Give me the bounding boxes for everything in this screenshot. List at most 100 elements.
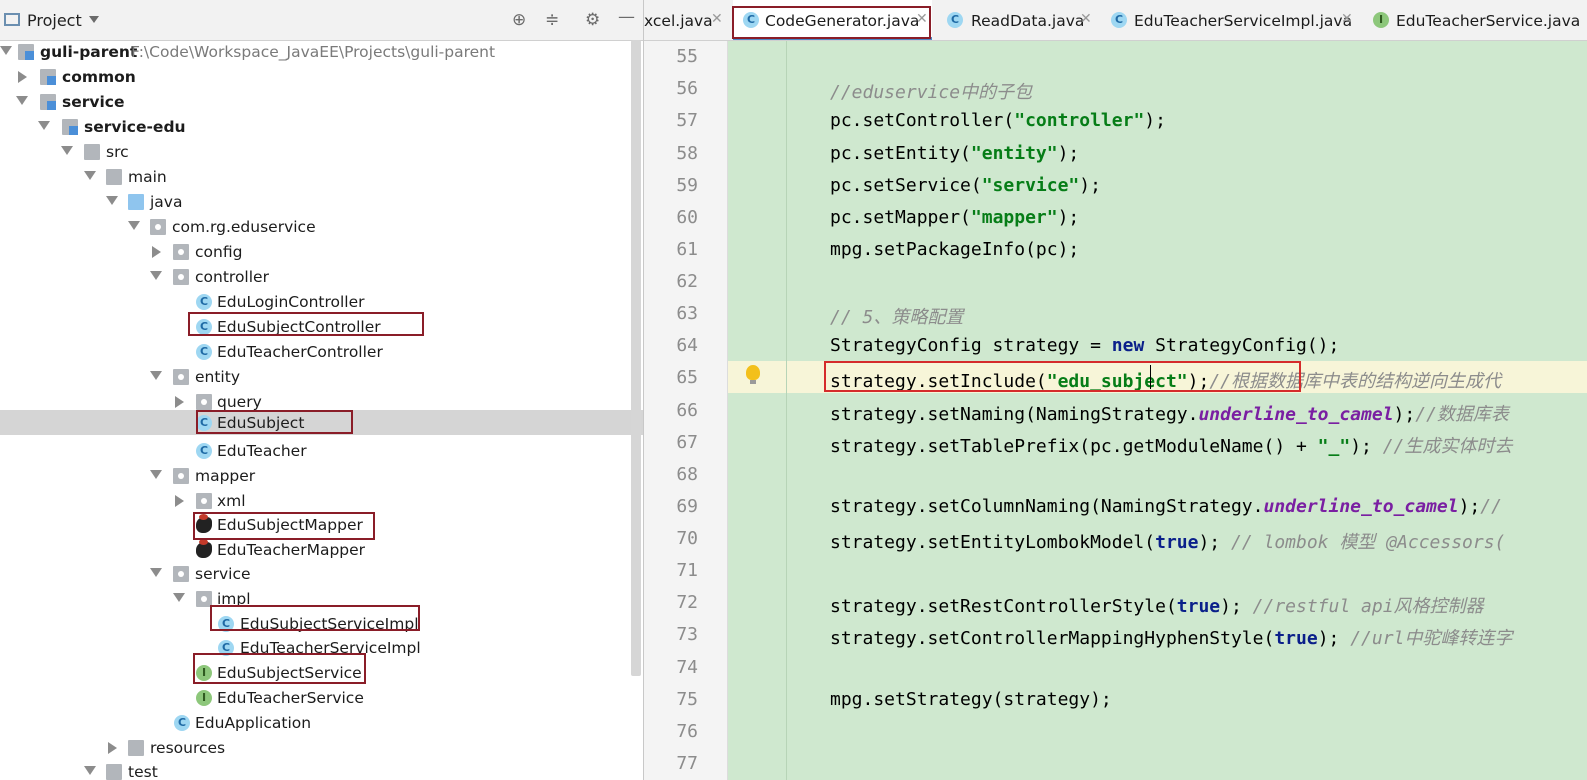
annotation-box xyxy=(196,410,353,434)
tree-item-label: EduApplication xyxy=(195,714,312,732)
package-icon xyxy=(173,269,189,285)
expand-arrow-icon[interactable] xyxy=(173,593,185,602)
expand-arrow-icon[interactable] xyxy=(106,196,118,205)
package-icon xyxy=(173,244,189,260)
tree-item-eduapplication[interactable]: C EduApplication xyxy=(0,711,643,736)
tree-item-resources[interactable]: resources xyxy=(0,736,643,761)
tree-item-label: controller xyxy=(195,268,269,286)
expand-arrow-icon[interactable] xyxy=(16,96,28,105)
collapsed-arrow-icon[interactable] xyxy=(175,396,184,408)
tree-item-label: xml xyxy=(217,492,246,510)
expand-arrow-icon[interactable] xyxy=(150,470,162,479)
annotation-box xyxy=(193,653,366,684)
minimize-icon[interactable]: — xyxy=(618,7,635,27)
tree-item-label: EduTeacher xyxy=(217,442,307,460)
package-icon xyxy=(173,566,189,582)
tree-item-label: EduTeacherController xyxy=(217,343,383,361)
tree-item-label: java xyxy=(150,193,183,211)
expand-arrow-icon[interactable] xyxy=(84,171,96,180)
tree-item-com-rg-eduservice[interactable]: com.rg.eduservice xyxy=(0,215,643,240)
class-icon: C xyxy=(196,443,212,459)
folder-icon xyxy=(106,764,122,780)
chevron-down-icon[interactable] xyxy=(89,16,99,23)
collapsed-arrow-icon[interactable] xyxy=(175,495,184,507)
tree-item-label: service xyxy=(195,565,251,583)
project-panel: Project ⊕ ≑ ⚙ — guli-parent F:\Code\Work… xyxy=(0,0,643,780)
tree-item-common[interactable]: common xyxy=(0,65,643,90)
gear-icon[interactable]: ⚙ xyxy=(585,10,600,30)
annotation-box xyxy=(210,605,420,631)
tree-item-entity[interactable]: entity xyxy=(0,365,643,390)
code-line-56: //eduservice中的子包 xyxy=(830,82,1033,103)
tree-item-label: main xyxy=(128,168,167,186)
tree-item-xml[interactable]: xml xyxy=(0,489,643,514)
expand-arrow-icon[interactable] xyxy=(150,568,162,577)
package-icon xyxy=(196,394,212,410)
expand-arrow-icon[interactable] xyxy=(61,146,73,155)
interface-icon: I xyxy=(196,690,212,706)
class-icon: C xyxy=(196,294,212,310)
expand-arrow-icon[interactable] xyxy=(0,46,12,55)
tree-item-label: service xyxy=(62,93,125,111)
tree-item-label: EduLoginController xyxy=(217,293,365,311)
expand-arrow-icon[interactable] xyxy=(128,221,140,230)
expand-arrow-icon[interactable] xyxy=(150,371,162,380)
tree-item-service[interactable]: service xyxy=(0,90,643,115)
tree-item-config[interactable]: config xyxy=(0,240,643,265)
package-icon xyxy=(173,369,189,385)
tree-item-label: config xyxy=(195,243,243,261)
tree-item-label: mapper xyxy=(195,467,256,485)
tree-item-label: query xyxy=(217,393,262,411)
package-icon xyxy=(196,493,212,509)
lightbulb-icon[interactable] xyxy=(746,365,760,384)
source-folder-icon xyxy=(128,194,144,210)
tree-item-guli-parent[interactable]: guli-parent F:\Code\Workspace_JavaEE\Pro… xyxy=(0,40,643,65)
collapsed-arrow-icon[interactable] xyxy=(108,742,117,754)
tree-item-label: resources xyxy=(150,739,226,757)
tree-scrollbar[interactable] xyxy=(631,40,641,676)
project-panel-title[interactable]: Project xyxy=(27,11,82,30)
module-folder-icon xyxy=(18,44,34,60)
tree-item-service-package[interactable]: service xyxy=(0,562,643,587)
tree-item-main[interactable]: main xyxy=(0,165,643,190)
code-line-58: pc.setEntity("entity"); xyxy=(830,143,1080,164)
annotation-box xyxy=(824,361,1301,392)
tree-item-eduteachercontroller[interactable]: C EduTeacherController xyxy=(0,340,643,365)
tree-item-controller[interactable]: controller xyxy=(0,265,643,290)
expand-arrow-icon[interactable] xyxy=(150,271,162,280)
code-line-70: strategy.setEntityLombokModel(true); // … xyxy=(830,532,1506,553)
tree-item-java[interactable]: java xyxy=(0,190,643,215)
tree-item-eduteacherservice[interactable]: I EduTeacherService xyxy=(0,686,643,711)
tree-item-label: service-edu xyxy=(84,118,186,136)
tree-item-label: common xyxy=(62,68,136,86)
code-line-57: pc.setController("controller"); xyxy=(830,110,1166,131)
annotation-box xyxy=(193,512,375,540)
tree-item-path: F:\Code\Workspace_JavaEE\Projects\guli-p… xyxy=(131,43,496,61)
tree-item-service-edu[interactable]: service-edu xyxy=(0,115,643,140)
resources-folder-icon xyxy=(128,740,144,756)
tree-item-label: guli-parent xyxy=(40,43,138,61)
code-line-64: StrategyConfig strategy = new StrategyCo… xyxy=(830,335,1340,356)
code-line-60: pc.setMapper("mapper"); xyxy=(830,207,1080,228)
tree-item-src[interactable]: src xyxy=(0,140,643,165)
text-caret xyxy=(1150,365,1151,389)
expand-arrow-icon[interactable] xyxy=(38,121,50,130)
code-line-66: strategy.setNaming(NamingStrategy.underl… xyxy=(830,404,1509,425)
collapsed-arrow-icon[interactable] xyxy=(152,246,161,258)
tree-item-mapper[interactable]: mapper xyxy=(0,464,643,489)
mybatis-bird-icon xyxy=(196,539,212,558)
spring-boot-class-icon: C xyxy=(174,715,190,731)
expand-arrow-icon[interactable] xyxy=(84,766,96,775)
collapsed-arrow-icon[interactable] xyxy=(18,71,27,83)
collapse-all-icon[interactable]: ≑ xyxy=(545,10,559,30)
code-line-63: // 5、策略配置 xyxy=(830,307,964,328)
code-line-61: mpg.setPackageInfo(pc); xyxy=(830,239,1080,260)
package-icon xyxy=(150,219,166,235)
tree-item-test[interactable]: test xyxy=(0,760,643,780)
folder-icon xyxy=(106,169,122,185)
tree-item-eduteachermapper[interactable]: EduTeacherMapper xyxy=(0,538,643,563)
package-icon xyxy=(173,468,189,484)
tree-item-eduteacher[interactable]: C EduTeacher xyxy=(0,439,643,464)
module-folder-icon xyxy=(40,94,56,110)
locate-icon[interactable]: ⊕ xyxy=(512,10,526,30)
